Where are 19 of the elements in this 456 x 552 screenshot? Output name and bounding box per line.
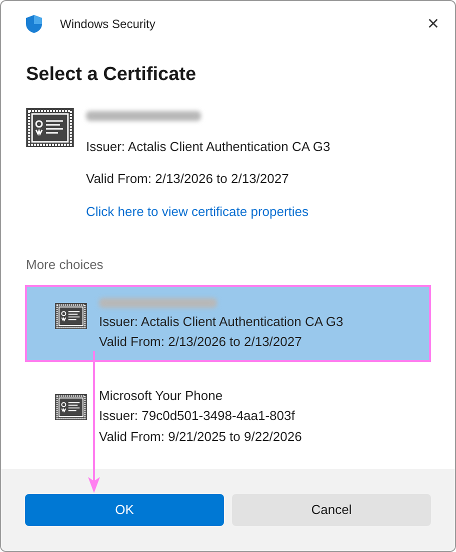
certificate-icon — [55, 394, 87, 420]
validity-text: Valid From: 2/13/2026 to 2/13/2027 — [86, 170, 290, 188]
dialog-heading: Select a Certificate — [26, 63, 198, 87]
ok-button[interactable]: OK — [25, 494, 224, 526]
validity-text: Valid From: 9/21/2025 to 9/22/2026 — [99, 428, 302, 446]
certificate-icon — [26, 108, 74, 148]
close-button[interactable]: × — [423, 14, 443, 34]
cancel-button[interactable]: Cancel — [232, 494, 431, 526]
issuer-text: Issuer: 79c0d501-3498-4aa1-803f — [99, 407, 296, 425]
certificate-icon — [55, 302, 87, 330]
certificate-properties-link[interactable]: Click here to view certificate properties — [86, 202, 330, 221]
certificate-option[interactable]: Issuer: Actalis Client Authentication CA G3 Valid From: 2/13/2026 to 2/13/2027 — [25, 284, 431, 362]
window-title: Windows Security — [60, 16, 156, 33]
section-label: More choices — [26, 256, 104, 274]
issuer-text: Issuer: Actalis Client Authentication CA G3 — [86, 138, 330, 156]
validity-text: Valid From: 2/13/2026 to 2/13/2027 — [99, 333, 303, 351]
issuer-text: Issuer: Actalis Client Authentication CA G3 — [99, 312, 344, 330]
certificate-name: Microsoft Your Phone — [99, 386, 224, 404]
shield-icon — [26, 15, 42, 33]
